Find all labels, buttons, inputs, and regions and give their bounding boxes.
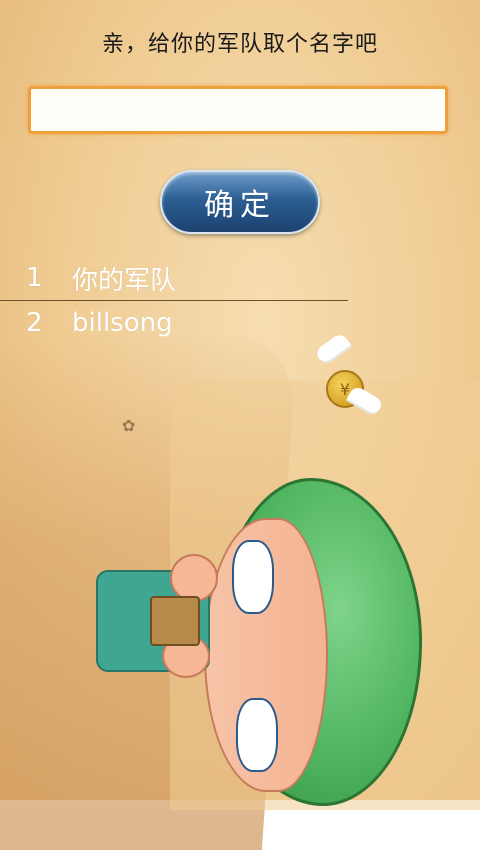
leaf-icon: ✿ [122,416,136,435]
face [204,518,328,792]
list-item-name: billsong [72,308,173,338]
army-name-input[interactable] [28,86,448,134]
name-list: 1 你的军队 2 billsong [0,256,348,345]
confirm-button[interactable]: 确定 [160,170,320,234]
eye-right [236,698,278,772]
wallet [150,596,200,646]
wing-right [345,384,385,418]
list-item[interactable]: 1 你的军队 [0,256,348,301]
page-title: 亲，给你的军队取个名字吧 [101,32,378,57]
list-item[interactable]: 2 billsong [0,301,348,345]
soldier-illustration [92,478,422,806]
winged-coin-icon: ¥ [313,330,385,430]
list-item-name: 你的军队 [72,265,177,296]
hand-top [170,554,218,602]
list-item-index: 2 [26,308,43,338]
eye-left [232,540,274,614]
list-item-index: 1 [26,263,43,293]
